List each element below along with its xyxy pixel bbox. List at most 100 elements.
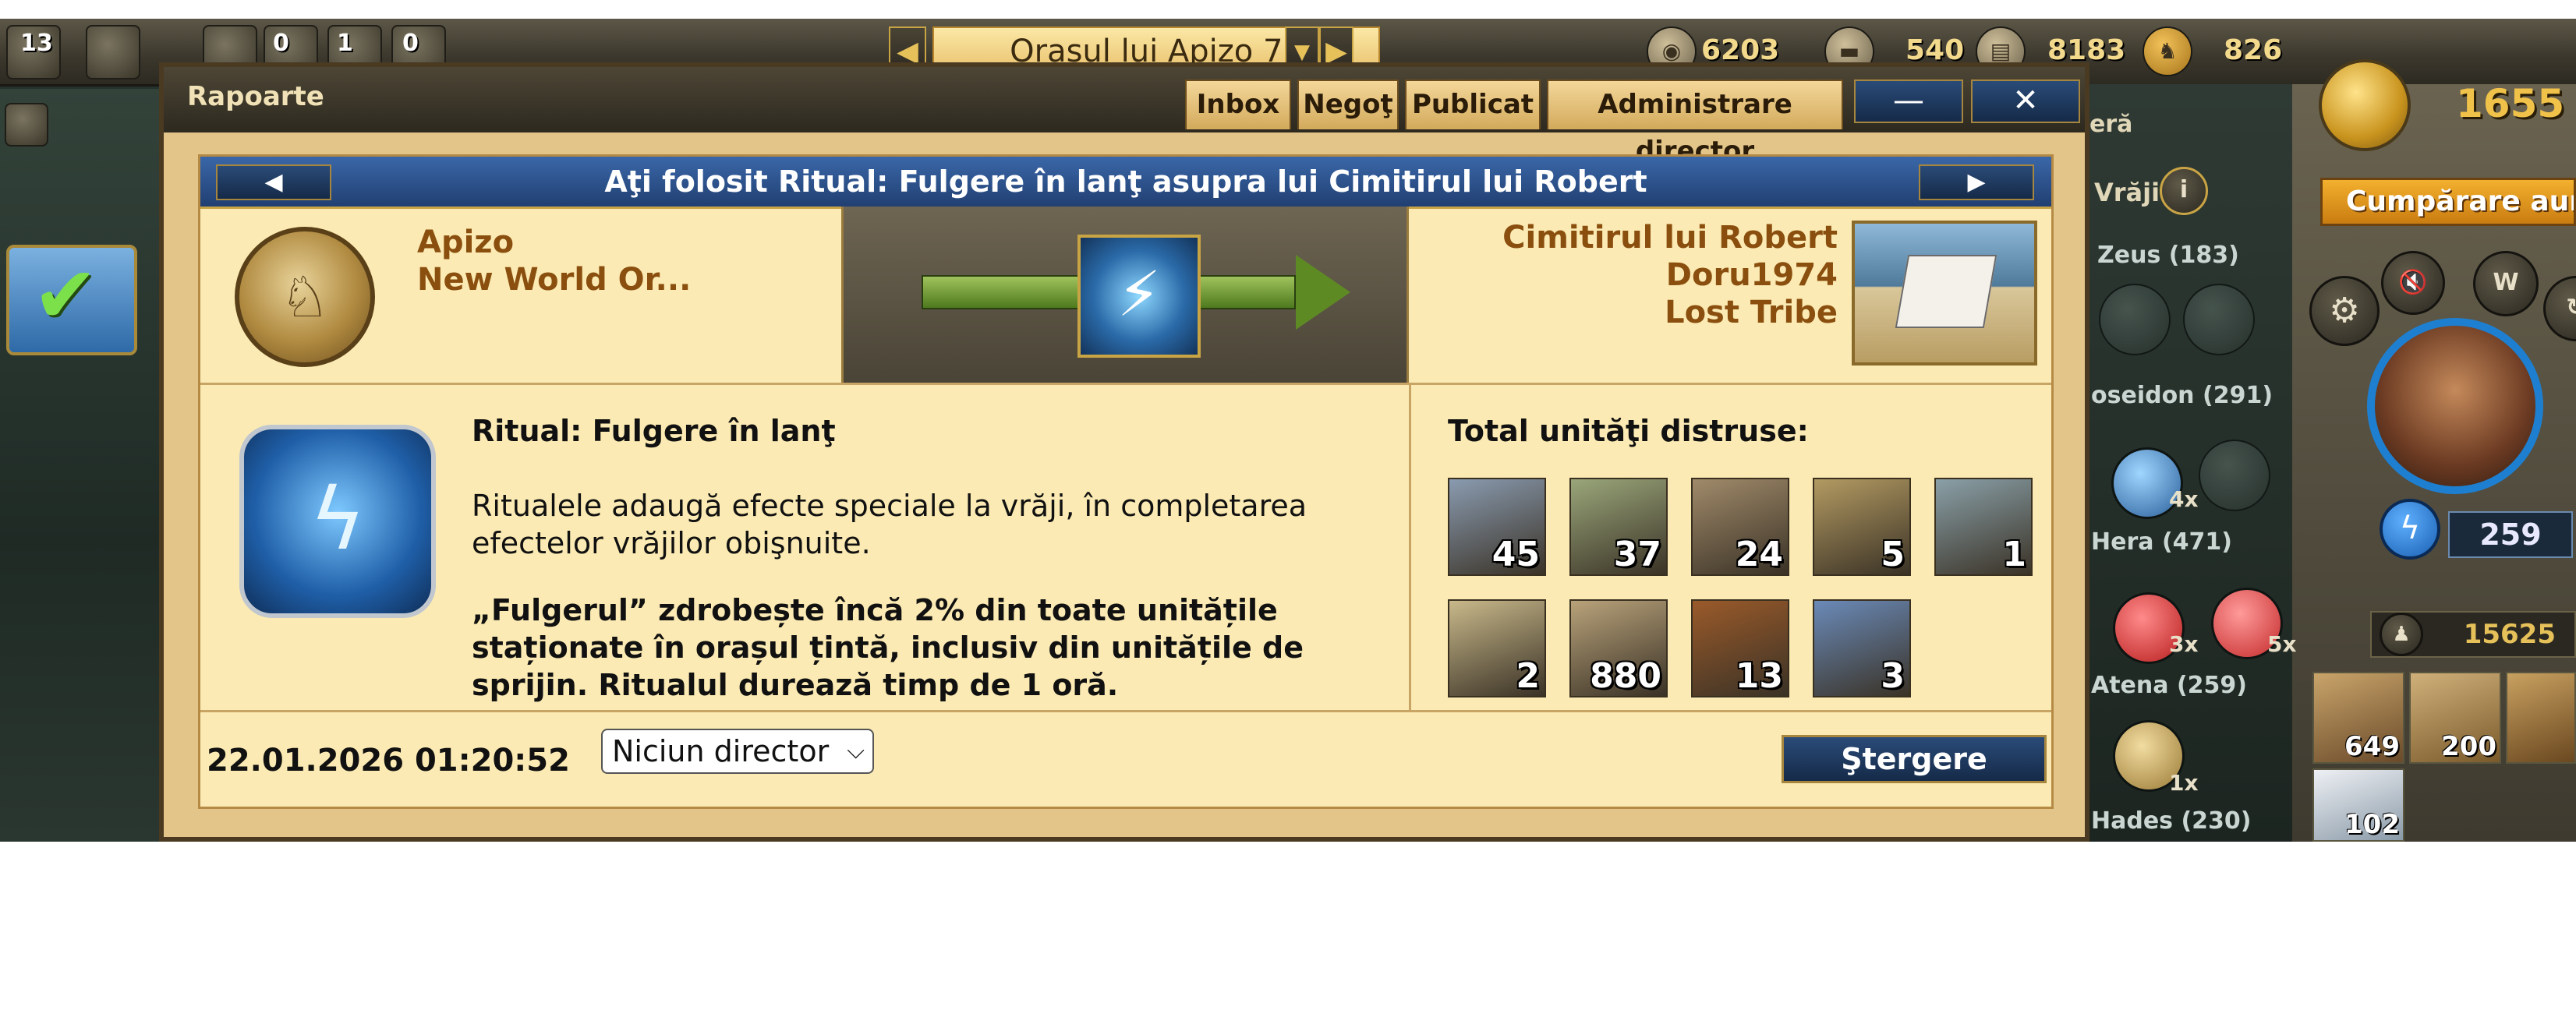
divider — [200, 710, 2051, 712]
unit-count: 5 — [1881, 535, 1905, 574]
sidebar-header: eră — [2089, 111, 2133, 138]
unit-count: 24 — [1735, 535, 1783, 574]
pegasus-icon[interactable]: 2 — [1448, 599, 1546, 697]
minimize-button[interactable]: — — [1854, 79, 1963, 123]
god-hera: Hera (471) — [2091, 528, 2232, 556]
tab-folder-admin[interactable]: Administrare director — [1547, 79, 1843, 167]
hoplite-icon[interactable]: 45 — [1448, 478, 1546, 576]
window-title: Rapoarte — [187, 81, 324, 112]
city-building-icon — [1895, 255, 1997, 328]
report-body: Aţi folosit Ritual: Fulgere în lanţ asup… — [198, 154, 2054, 809]
tab-trade[interactable]: Negoţ — [1297, 79, 1399, 129]
fire-ship-icon[interactable]: 13 — [1691, 599, 1789, 697]
chevron-down-icon: ⌵ — [847, 737, 865, 765]
unit-count: 880 — [1590, 656, 1661, 696]
director-dropdown[interactable]: Niciun director ⌵ — [601, 729, 874, 774]
checkmark-icon: ✔ — [33, 249, 98, 341]
ritual-title: Ritual: Fulgere în lanţ — [472, 414, 836, 448]
prev-report-button[interactable]: ◀ — [216, 164, 331, 200]
god-zeus: Zeus (183) — [2097, 242, 2239, 269]
ritual-effect: „Fulgerul” zdrobește încă 2% din toate u… — [472, 593, 1304, 702]
unit-count: 649 — [2344, 731, 2400, 762]
gold-amount: 1655 — [2456, 81, 2565, 126]
gold-display[interactable]: 1655 — [2319, 59, 2576, 151]
spell-direction-panel: ⚡ — [841, 207, 1409, 383]
map-forest — [0, 89, 172, 842]
pegasus-emblem-icon: ♘ — [279, 264, 331, 330]
resource-value: 540 — [1905, 34, 1965, 66]
chariot-icon[interactable] — [2506, 672, 2576, 764]
hoplite-icon[interactable]: 649 — [2312, 672, 2404, 764]
next-report-button[interactable]: ▶ — [1919, 164, 2034, 200]
window-header: Rapoarte Inbox Negoţ Publicat Administra… — [164, 67, 2085, 167]
divider — [200, 383, 2051, 385]
power-count: 4x — [2169, 486, 2199, 512]
power-count: 1x — [2169, 770, 2199, 796]
defender-alliance-link[interactable]: Lost Tribe — [1417, 294, 1838, 331]
lightning-spell-icon: ⚡ — [1077, 235, 1201, 358]
target-city-link[interactable]: Cimitirul lui Robert — [1417, 219, 1838, 256]
archer-icon[interactable]: 37 — [1569, 478, 1668, 576]
resource-value: 826 — [2224, 34, 2283, 66]
swordsman-icon[interactable]: 24 — [1691, 478, 1789, 576]
close-icon[interactable]: ✕ — [1971, 79, 2080, 123]
slot-count: 0 — [273, 30, 289, 57]
god-athena: Atena (259) — [2091, 672, 2247, 699]
power-slot-empty — [2199, 440, 2270, 511]
resource-value: 8183 — [2047, 34, 2126, 66]
god-portrait-hera[interactable] — [2367, 318, 2543, 494]
units-destroyed-title: Total unităţi distruse: — [1448, 414, 1809, 448]
god-hades: Hades (230) — [2091, 807, 2252, 835]
pegasus-icon[interactable]: 102 — [2312, 768, 2404, 842]
tab-inbox[interactable]: Inbox — [1185, 79, 1291, 129]
unit-count: 37 — [1613, 535, 1661, 574]
transport-ship-icon[interactable]: 880 — [1569, 599, 1668, 697]
unit-count: 3 — [1881, 656, 1905, 696]
alliance-flag-icon[interactable]: ♘ — [235, 227, 375, 367]
trireme-icon[interactable]: 3 — [1813, 599, 1911, 697]
horseman-icon[interactable]: 5 — [1813, 478, 1911, 576]
unit-count: 13 — [1735, 656, 1783, 696]
defender-info: Cimitirul lui Robert Doru1974 Lost Tribe — [1417, 219, 1838, 331]
target-city-thumbnail[interactable] — [1852, 221, 2037, 366]
population-icon: ♞ — [2143, 26, 2192, 76]
villager-icon: ♟ — [2380, 613, 2423, 656]
god-poseidon: oseidon (291) — [2091, 382, 2273, 409]
favor-amount: 259 — [2448, 511, 2573, 558]
tab-published[interactable]: Publicat — [1405, 79, 1541, 129]
gear-icon[interactable] — [5, 103, 48, 147]
quest-icon[interactable]: ✔ — [6, 245, 137, 355]
unit-count: 2 — [1516, 656, 1540, 696]
spells-label: Vrăji — [2094, 178, 2160, 207]
gold-coin-icon — [2319, 59, 2411, 151]
arrow-right-icon — [1296, 255, 1350, 330]
slot-count: 0 — [402, 30, 419, 57]
settings-gear-icon[interactable]: ⚙ — [2309, 276, 2380, 346]
chain-lightning-icon: ϟ — [309, 469, 366, 569]
lightning-icon[interactable]: ϟ — [2380, 499, 2440, 560]
unit-count: 45 — [1491, 535, 1540, 574]
reports-window: Rapoarte Inbox Negoţ Publicat Administra… — [159, 62, 2089, 842]
power-count: 3x — [2169, 631, 2199, 657]
horseman-icon[interactable]: 200 — [2409, 672, 2501, 764]
slinger-icon[interactable]: 1 — [1934, 478, 2033, 576]
info-icon[interactable]: i — [2160, 167, 2208, 215]
resource-value: 6203 — [1701, 34, 1780, 66]
divider — [1409, 383, 1411, 710]
defender-player-link[interactable]: Doru1974 — [1417, 256, 1838, 294]
attacker-alliance-link[interactable]: New World Or... — [417, 261, 691, 298]
power-count: 5x — [2267, 631, 2297, 657]
ritual-candles-icon: ϟ — [239, 425, 436, 618]
report-timestamp: 22.01.2026 01:20:52 — [207, 743, 570, 779]
eye-pyramid-icon[interactable] — [86, 25, 140, 79]
mute-icon[interactable]: 🔇 — [2381, 251, 2445, 315]
slot-count: 13 — [20, 30, 53, 57]
delete-button[interactable]: Ştergere — [1782, 735, 2047, 783]
wiki-icon[interactable]: W — [2473, 251, 2539, 316]
acorn-icon[interactable]: 13 — [6, 25, 61, 79]
attacker-player-link[interactable]: Apizo — [417, 224, 691, 261]
buy-gold-button[interactable]: Cumpărare aur — [2320, 178, 2576, 226]
power-slot-empty — [2099, 284, 2171, 355]
power-slot-empty — [2183, 284, 2255, 355]
director-value: Niciun director — [612, 734, 830, 768]
